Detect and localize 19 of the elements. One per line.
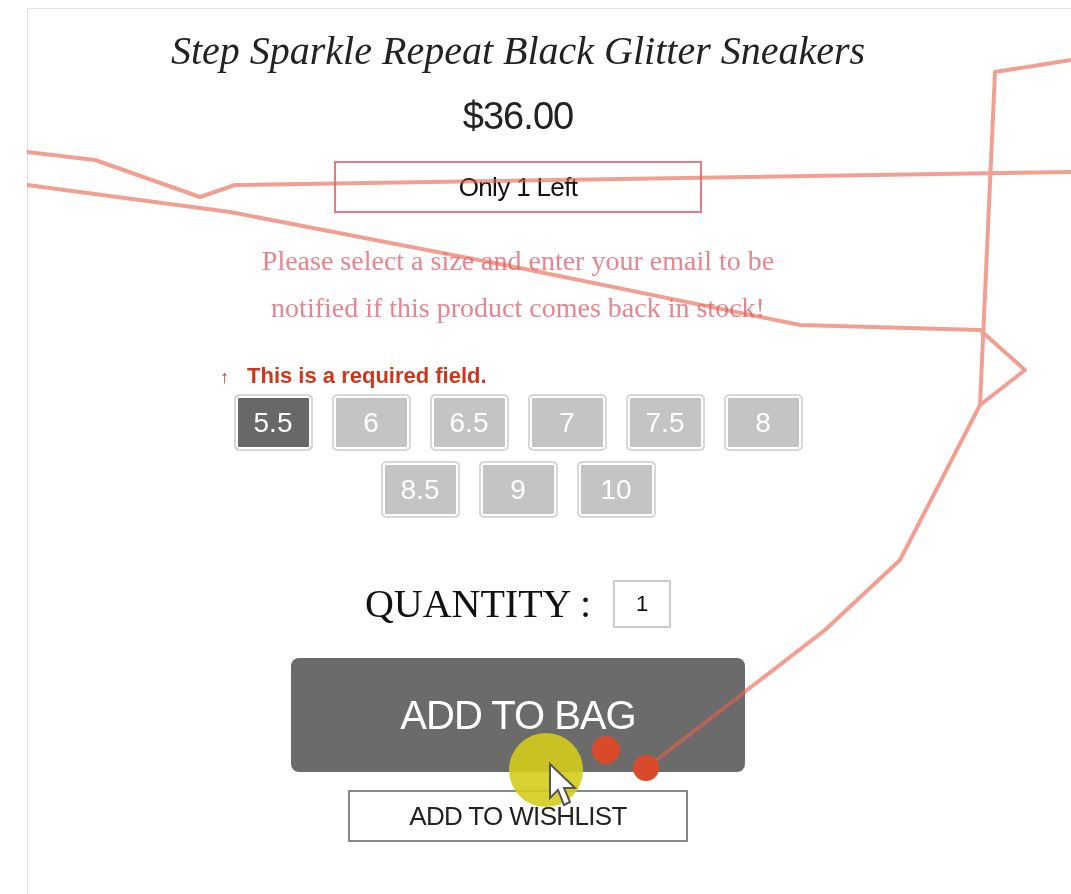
- stock-badge: Only 1 Left: [334, 161, 702, 213]
- size-option[interactable]: 7.5: [625, 394, 705, 451]
- add-to-bag-button[interactable]: ADD TO BAG: [291, 658, 745, 772]
- size-option[interactable]: 9: [478, 461, 558, 518]
- size-option[interactable]: 8.5: [380, 461, 460, 518]
- size-option[interactable]: 7: [527, 394, 607, 451]
- add-to-wishlist-button[interactable]: ADD TO WISHLIST: [348, 790, 688, 842]
- size-option[interactable]: 10: [576, 461, 656, 518]
- product-price: $36.00: [462, 94, 574, 139]
- size-option[interactable]: 8: [723, 394, 803, 451]
- size-option[interactable]: 6: [331, 394, 411, 451]
- product-title: Step Sparkle Repeat Black Glitter Sneakers: [170, 27, 866, 75]
- quantity-label: QUANTITY :: [364, 580, 592, 628]
- error-message: This is a required field.: [247, 362, 487, 390]
- size-option[interactable]: 5.5: [233, 394, 313, 451]
- size-option[interactable]: 6.5: [429, 394, 509, 451]
- error-arrow-icon: ↑: [220, 364, 229, 391]
- quantity-field[interactable]: 1: [613, 580, 672, 628]
- cursor-icon: [548, 762, 578, 808]
